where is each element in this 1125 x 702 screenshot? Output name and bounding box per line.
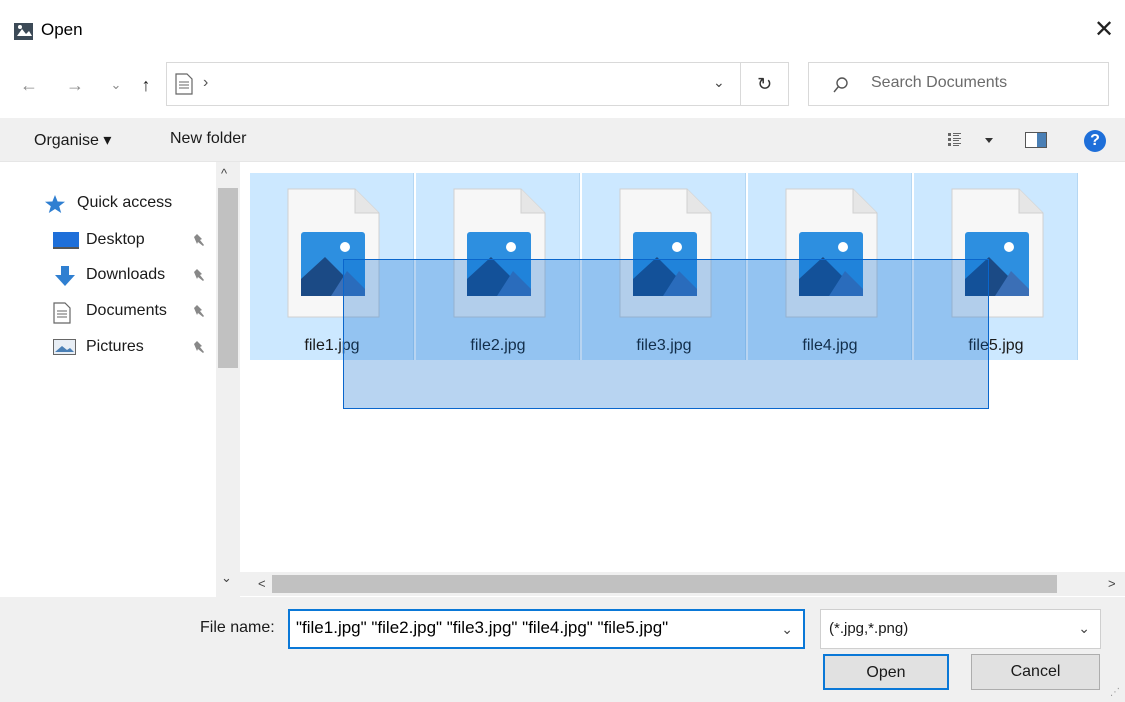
search-input[interactable]: Search Documents xyxy=(871,74,1007,92)
scrollbar-thumb[interactable] xyxy=(272,575,1057,593)
sidebar-item-pictures[interactable]: Pictures xyxy=(53,336,213,360)
view-options-icon[interactable] xyxy=(948,132,996,153)
document-icon xyxy=(53,302,71,329)
file-name-label-text: File name: xyxy=(200,619,275,636)
pictures-icon xyxy=(53,338,77,361)
star-icon xyxy=(44,194,66,219)
organise-button[interactable]: Organise ▾ xyxy=(34,130,111,150)
scroll-left-icon[interactable]: < xyxy=(258,576,266,591)
chevron-down-icon[interactable]: ⌄ xyxy=(781,621,793,638)
address-bar[interactable]: › ⌄ xyxy=(166,62,741,106)
scroll-right-icon[interactable]: > xyxy=(1108,576,1116,591)
help-icon[interactable]: ? xyxy=(1084,130,1106,152)
forward-arrow-icon[interactable]: → xyxy=(64,72,86,98)
scroll-down-icon[interactable]: ⌄ xyxy=(221,570,232,586)
preview-pane-icon[interactable] xyxy=(1025,132,1047,153)
command-toolbar: Organise ▾ New folder ? xyxy=(0,118,1125,162)
sidebar-item-quick-access[interactable]: Quick access xyxy=(44,192,214,216)
back-arrow-icon[interactable]: ← xyxy=(18,72,40,98)
recent-locations-chevron-icon[interactable]: ⌄ xyxy=(109,72,123,98)
sidebar-item-label: Documents xyxy=(86,302,167,319)
resize-grip-icon[interactable]: ⋰ xyxy=(1110,687,1120,698)
file-dialog-footer: File name: "file1.jpg" "file2.jpg" "file… xyxy=(0,597,1125,702)
sidebar-item-documents[interactable]: Documents xyxy=(53,300,213,324)
pin-icon[interactable] xyxy=(193,340,205,357)
search-box[interactable]: Search Documents xyxy=(808,62,1109,106)
sidebar-item-label: Pictures xyxy=(86,338,144,355)
file-name-value[interactable]: "file1.jpg" "file2.jpg" "file3.jpg" "fil… xyxy=(296,618,668,638)
horizontal-scrollbar[interactable]: < > xyxy=(240,572,1125,596)
open-button[interactable]: Open xyxy=(823,654,949,690)
sidebar-item-label: Downloads xyxy=(86,266,166,283)
sidebar-vertical-scrollbar[interactable]: ^ ⌄ xyxy=(216,162,240,597)
title-bar: Open ✕ xyxy=(0,0,1125,60)
sidebar-item-label: Desktop xyxy=(86,231,145,248)
scroll-up-icon[interactable]: ^ xyxy=(221,166,227,181)
scrollbar-thumb[interactable] xyxy=(218,188,238,368)
sidebar-item-desktop[interactable]: Desktop xyxy=(53,229,213,253)
app-icon xyxy=(14,22,34,42)
pin-icon[interactable] xyxy=(193,304,205,321)
new-folder-button[interactable]: New folder xyxy=(170,130,246,148)
chevron-down-icon[interactable]: ⌄ xyxy=(1078,620,1090,637)
close-icon[interactable]: ✕ xyxy=(1090,14,1118,46)
navigation-pane: Quick access Desktop Downloads Documents… xyxy=(0,162,240,597)
breadcrumb-separator[interactable]: › xyxy=(203,74,208,92)
refresh-icon[interactable]: ↻ xyxy=(741,62,789,106)
window-title: Open xyxy=(41,20,83,39)
file-name-input[interactable]: "file1.jpg" "file2.jpg" "file3.jpg" "fil… xyxy=(288,609,805,649)
download-icon xyxy=(53,266,77,293)
document-icon xyxy=(175,73,193,100)
search-icon xyxy=(833,76,849,99)
pin-icon[interactable] xyxy=(193,268,205,285)
desktop-icon xyxy=(53,231,79,256)
address-dropdown-icon[interactable]: ⌄ xyxy=(713,74,725,91)
file-type-select[interactable]: (*.jpg,*.png) ⌄ xyxy=(820,609,1101,649)
cancel-button[interactable]: Cancel xyxy=(971,654,1100,690)
up-arrow-icon[interactable]: ↑ xyxy=(135,72,157,98)
file-type-value: (*.jpg,*.png) xyxy=(829,620,909,637)
selection-marquee xyxy=(343,259,989,409)
sidebar-item-downloads[interactable]: Downloads xyxy=(53,264,213,288)
pin-icon[interactable] xyxy=(193,233,205,250)
sidebar-item-label: Quick access xyxy=(77,194,173,211)
